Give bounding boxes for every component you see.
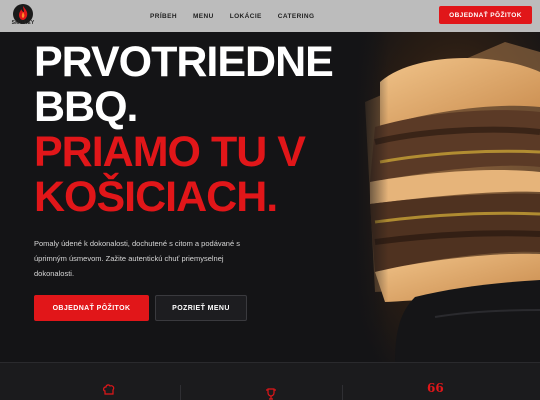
headline-line-2: BBQ. bbox=[34, 83, 139, 131]
features-strip: 66 bbox=[0, 362, 540, 400]
headline-line-1: PRVOTRIEDNE bbox=[34, 38, 334, 86]
main-nav: PRÍBEH MENU LOKÁCIE CATERING bbox=[150, 0, 314, 32]
order-button[interactable]: OBJEDNAŤ PÔŽITOK bbox=[34, 295, 149, 321]
burger-photo bbox=[355, 32, 540, 362]
feature-divider bbox=[180, 385, 181, 400]
feature-divider bbox=[342, 385, 343, 400]
nav-order-button[interactable]: OBJEDNAŤ PÔŽITOK bbox=[439, 6, 532, 24]
hero-section: PRVOTRIEDNE BBQ. PRIAMO TU V KOŠICIACH. … bbox=[0, 32, 540, 362]
hero-headline: PRVOTRIEDNE BBQ. PRIAMO TU V KOŠICIACH. bbox=[34, 40, 364, 220]
nav-link-lokacie[interactable]: LOKÁCIE bbox=[230, 13, 262, 20]
view-menu-button[interactable]: POZRIEŤ MENU bbox=[155, 295, 247, 321]
top-navbar: SMOKEY PRÍBEH MENU LOKÁCIE CATERING OBJE… bbox=[0, 0, 540, 32]
nav-link-pribeh[interactable]: PRÍBEH bbox=[150, 13, 177, 20]
chef-hat-icon bbox=[103, 384, 115, 395]
trophy-icon bbox=[266, 388, 276, 400]
quote-icon: 66 bbox=[427, 381, 444, 395]
headline-line-4: KOŠICIACH. bbox=[34, 173, 278, 221]
headline-line-3: PRIAMO TU V bbox=[34, 128, 306, 176]
hero-lead-text: Pomaly údené k dokonalosti, dochutené s … bbox=[34, 239, 240, 278]
nav-link-catering[interactable]: CATERING bbox=[278, 13, 315, 20]
brand-logo-text: SMOKEY bbox=[11, 20, 35, 26]
nav-link-menu[interactable]: MENU bbox=[193, 13, 214, 20]
